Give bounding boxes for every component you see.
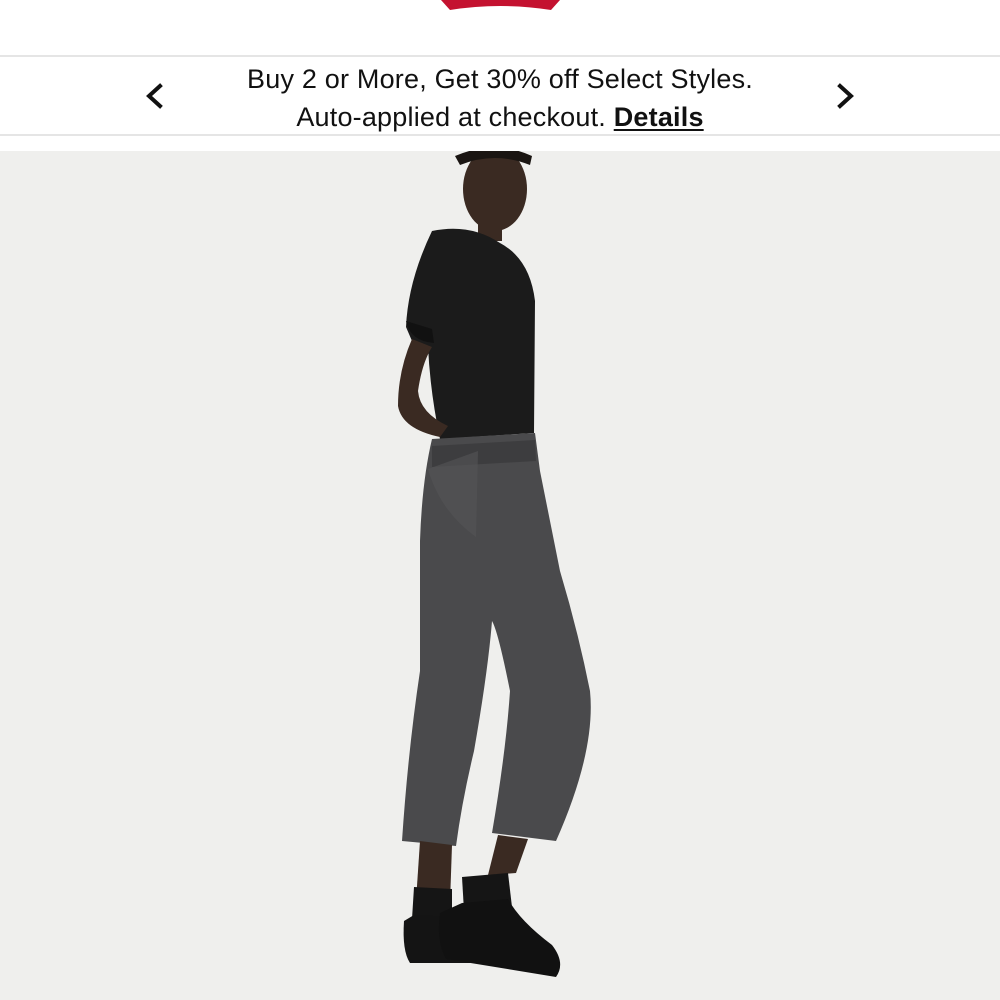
promo-prev-button[interactable] <box>137 77 173 115</box>
product-page: Buy 2 or More, Get 30% off Select Styles… <box>0 0 1000 1000</box>
details-link[interactable]: Details <box>614 102 704 132</box>
levis-logo-icon[interactable] <box>441 0 560 10</box>
promo-line-2: Auto-applied at checkout. Details <box>190 98 810 136</box>
site-header <box>0 0 1000 57</box>
promo-banner: Buy 2 or More, Get 30% off Select Styles… <box>0 57 1000 136</box>
product-image[interactable] <box>0 151 1000 1000</box>
promo-message: Buy 2 or More, Get 30% off Select Styles… <box>190 60 810 136</box>
chevron-left-icon <box>146 83 163 109</box>
chevron-right-icon <box>837 83 854 109</box>
model-wearing-jeans-image <box>0 151 1000 1000</box>
promo-next-button[interactable] <box>827 77 863 115</box>
promo-line-2-text: Auto-applied at checkout. <box>296 102 614 132</box>
promo-line-1: Buy 2 or More, Get 30% off Select Styles… <box>247 64 753 94</box>
